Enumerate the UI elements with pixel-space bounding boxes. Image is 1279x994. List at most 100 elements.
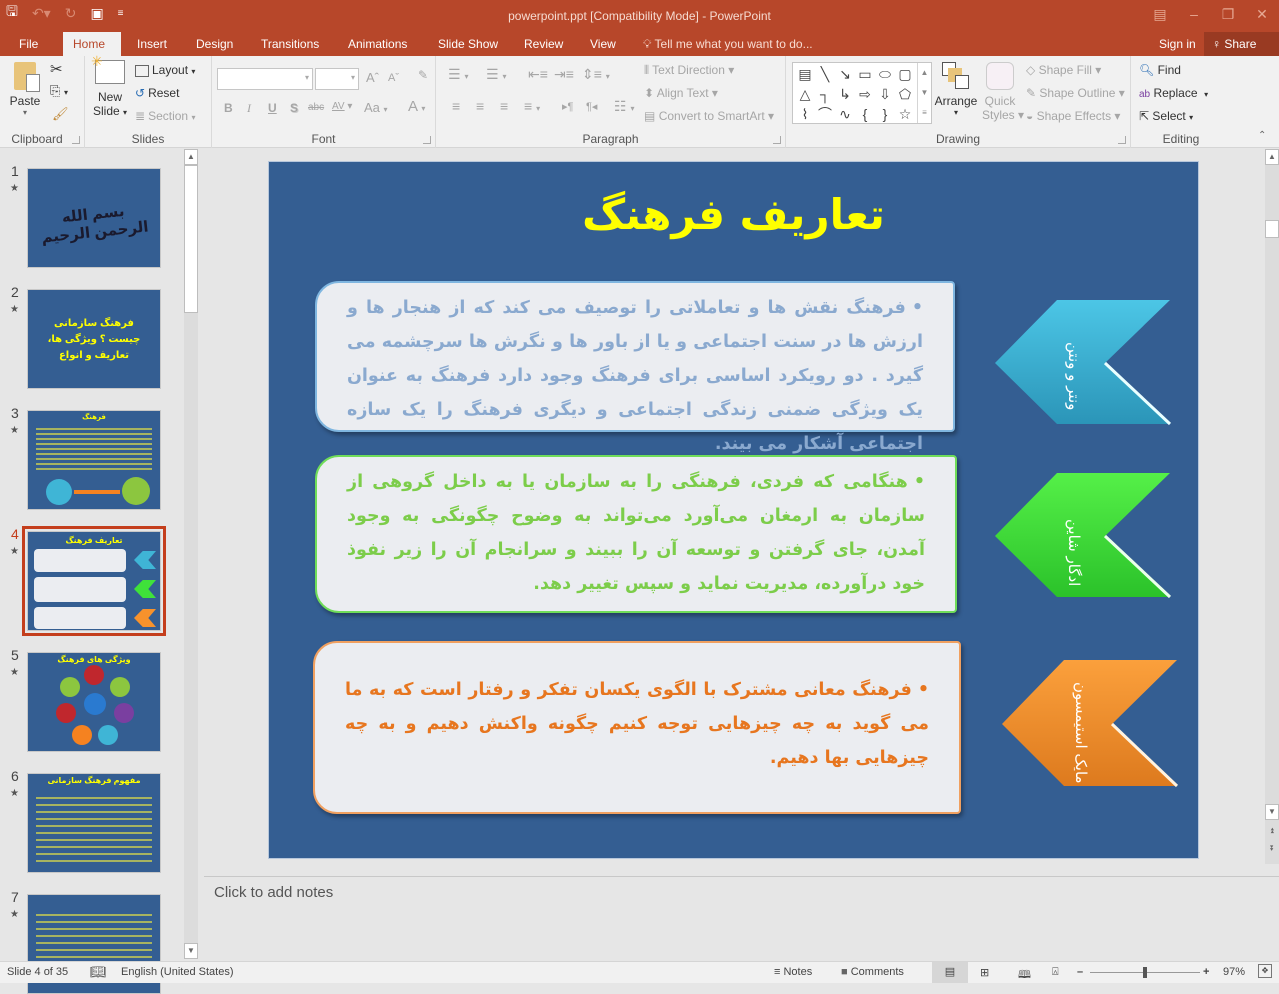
comments-toggle[interactable]: ■ Comments [841,966,904,978]
strikethrough-button[interactable]: abc [308,102,324,113]
collapse-ribbon-icon[interactable]: ⌃ [1258,130,1266,141]
tab-view[interactable]: View [580,32,626,56]
star-shape-icon[interactable]: ☆ [895,104,915,124]
align-left-button[interactable]: ≡ [452,98,460,114]
thumbnail-image[interactable]: ویژگی های فرهنگ [27,652,161,752]
reading-view-icon[interactable]: 🕮︎ [1018,966,1031,985]
textbox-shape-icon[interactable]: ▤ [795,64,815,84]
sign-in-link[interactable]: Sign in [1159,32,1196,56]
find-button[interactable]: 🔍︎ Find [1139,63,1181,77]
convert-smartart-button[interactable]: ▤ Convert to SmartArt ▾ [644,109,774,123]
clear-formatting-icon[interactable]: ✎ [418,68,428,82]
font-color-button[interactable]: A ▾ [408,98,425,115]
shape-effects-button[interactable]: ◒ Shape Effects ▾ [1026,109,1120,123]
new-slide-button[interactable]: ✳ New Slide ▾ [91,53,127,118]
bullets-button[interactable]: ☰ ▾ [448,66,468,83]
numbering-button[interactable]: ☰ ▾ [486,66,506,83]
thumbnail-image[interactable]: فرهنگ [27,410,161,510]
increase-indent-button[interactable]: ⇥≡ [554,66,574,83]
ribbon-display-options-icon[interactable]: ▤ [1143,0,1177,28]
notes-placeholder[interactable]: Click to add notes [214,884,333,901]
next-slide-icon[interactable]: ⏬︎ [1265,842,1279,858]
elbow-arrow-icon[interactable]: ↳ [835,84,855,104]
drawing-launcher[interactable] [1118,136,1126,144]
rectangle-shape-icon[interactable]: ▭ [855,64,875,84]
quick-styles-button[interactable]: Quick Styles ▾ [982,62,1024,122]
down-arrow-shape-icon[interactable]: ⇩ [875,84,895,104]
clipboard-launcher[interactable] [72,136,80,144]
notes-toggle[interactable]: ≡ Notes [774,966,812,978]
slideshow-view-icon[interactable]: ⍓ [1052,966,1059,979]
scroll-down-icon[interactable]: ▼ [1265,804,1279,820]
tell-me-box[interactable]: 💡︎ Tell me what you want to do... [643,32,813,56]
font-size-combo[interactable]: ▾ [315,68,359,90]
text-direction-button[interactable]: ⫴ Text Direction ▾ [644,63,734,78]
section-button[interactable]: ≣ Section ▾ [135,109,195,123]
thumbnail-image[interactable]: فرهنگ سازمانی چیست ؟ ویژگی ها، تعاریف و … [27,289,161,389]
copy-icon[interactable]: ⎘ ▾ [50,83,68,99]
restore-icon[interactable]: ❐ [1211,0,1245,28]
zoom-in-icon[interactable]: + [1203,966,1209,978]
thumbnail-image[interactable]: بسم الله الرحمن الرحیم [27,168,161,268]
tab-slide-show[interactable]: Slide Show [428,32,508,56]
thumbnail-image[interactable]: تعاریف فرهنگ [22,526,166,636]
fit-to-window-icon[interactable]: ✥ [1258,964,1272,978]
close-icon[interactable]: ✕ [1245,0,1279,28]
spell-check-icon[interactable]: 📖︎ [90,964,107,980]
minimize-icon[interactable]: – [1177,0,1211,28]
slide-sorter-icon[interactable]: ⊞ [980,966,989,979]
normal-view-icon[interactable]: ▤ [932,962,968,983]
underline-button[interactable]: U [268,101,277,115]
arrow-line-shape-icon[interactable]: ↘ [835,64,855,84]
rtl-button[interactable]: ¶◂ [586,100,597,113]
tab-review[interactable]: Review [514,32,573,56]
arrange-button[interactable]: Arrange ▾ [934,62,978,117]
notes-pane[interactable]: Click to add notes [204,876,1279,959]
shadow-button[interactable]: S [290,101,298,115]
definition-box[interactable]: •هنگامی که فردی، فرهنگی را به سازمان یا … [315,455,957,613]
slide-scroll-thumb[interactable] [1265,220,1279,238]
font-launcher[interactable] [423,136,431,144]
thumbnail-image[interactable]: مفهوم فرهنگ سازمانی [27,773,161,873]
increase-font-icon[interactable]: Aˆ [366,70,379,85]
layout-button[interactable]: Layout ▾ [135,63,195,77]
shape-outline-button[interactable]: ✎ Shape Outline ▾ [1026,86,1125,100]
tab-transitions[interactable]: Transitions [251,32,329,56]
character-spacing-button[interactable]: AV ▾ [332,101,352,112]
snip-shape-icon[interactable]: ⬠ [895,84,915,104]
reset-button[interactable]: ↺ Reset [135,86,179,100]
chevron-shape[interactable] [995,473,1173,599]
chevron-shape[interactable] [995,300,1173,426]
arc-shape-icon[interactable]: ⌒ [815,104,835,124]
align-center-button[interactable]: ≡ [476,98,484,114]
slide-scrollbar[interactable]: ▲ ▼ ⏫︎ ⏬︎ [1265,149,1279,864]
shape-fill-button[interactable]: ◇ Shape Fill ▾ [1026,63,1101,77]
oval-shape-icon[interactable]: ⬭ [875,64,895,84]
paragraph-launcher[interactable] [773,136,781,144]
wave-shape-icon[interactable]: ∿ [835,104,855,124]
slide-counter[interactable]: Slide 4 of 35 [7,966,68,978]
rounded-rect-shape-icon[interactable]: ▢ [895,64,915,84]
italic-button[interactable]: I [247,101,251,116]
change-case-button[interactable]: Aa ▾ [364,100,388,115]
zoom-slider[interactable] [1090,967,1200,978]
slide-canvas[interactable]: تعاریف فرهنگ •فرهنگ نقش ها و تعاملاتی را… [268,161,1199,859]
format-painter-icon[interactable]: 🖌︎ [52,106,69,122]
zoom-level[interactable]: 97% [1223,966,1245,978]
language-indicator[interactable]: English (United States) [121,966,234,978]
scroll-down-icon[interactable]: ▼ [184,943,198,959]
align-right-button[interactable]: ≡ [500,98,508,114]
definition-box[interactable]: •فرهنگ معانی مشترک با الگوی یکسان تفکر و… [313,641,961,814]
left-brace-icon[interactable]: { [855,104,875,124]
zoom-slider-thumb[interactable] [1143,967,1147,978]
tab-design[interactable]: Design [186,32,243,56]
share-button[interactable]: ♀ Share [1204,32,1279,56]
thumbnails-scrollbar[interactable]: ▲ ▼ [184,149,198,959]
shapes-gallery-scroll[interactable]: ▲ ▼ ≡ [917,63,931,123]
line-spacing-button[interactable]: ⇕≡ ▾ [582,66,610,83]
triangle-shape-icon[interactable]: △ [795,84,815,104]
decrease-indent-button[interactable]: ⇤≡ [528,66,548,83]
right-brace-icon[interactable]: } [875,104,895,124]
decrease-font-icon[interactable]: Aˇ [388,72,399,84]
replace-button[interactable]: ab Replace ▾ [1139,86,1208,100]
